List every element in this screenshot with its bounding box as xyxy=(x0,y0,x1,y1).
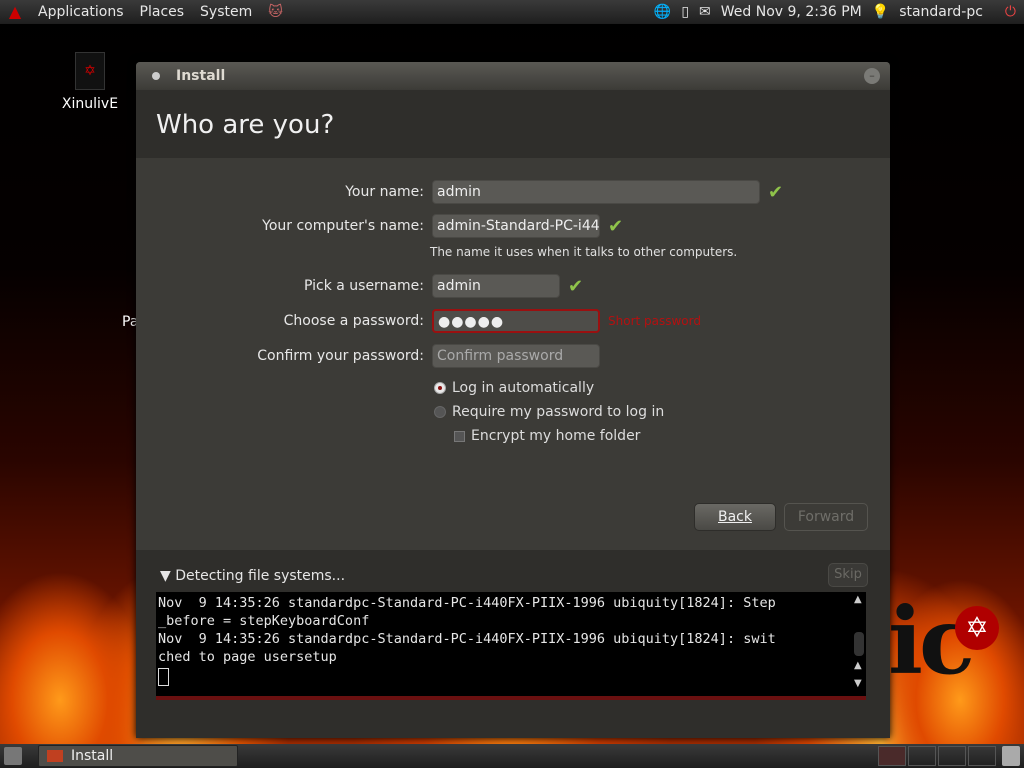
progress-bar xyxy=(156,696,866,700)
password-label: Choose a password: xyxy=(283,313,424,329)
taskbar-task-label: Install xyxy=(71,748,114,764)
name-label: Your name: xyxy=(345,184,424,200)
top-panel: ▲ Applications Places System 🐱 🌐 ▯ ✉ Wed… xyxy=(0,0,1024,24)
cat-launcher-icon[interactable]: 🐱 xyxy=(260,4,291,20)
desktop-icon-xinulive[interactable]: ✡ XinulivE xyxy=(55,52,125,112)
login-require-label[interactable]: Require my password to log in xyxy=(452,404,664,420)
network-globe-icon[interactable]: 🌐 xyxy=(654,4,671,20)
scroll-up-small-icon[interactable]: ▲ xyxy=(854,660,862,671)
encrypt-home-label[interactable]: Encrypt my home folder xyxy=(471,428,640,444)
scroll-down-icon[interactable]: ▼ xyxy=(854,678,862,689)
desktop-icon-label: XinulivE xyxy=(61,96,119,112)
taskbar-install-button[interactable]: Install xyxy=(38,745,238,767)
user-name[interactable]: standard-pc xyxy=(899,4,983,20)
clock[interactable]: Wed Nov 9, 2:36 PM xyxy=(721,4,862,20)
user-setup-form: Your name: admin ✔ Your computer's name:… xyxy=(136,158,890,550)
install-log-terminal[interactable]: Nov 9 14:35:26 standardpc-Standard-PC-i4… xyxy=(156,592,852,696)
login-auto-label[interactable]: Log in automatically xyxy=(452,380,594,396)
user-lightbulb-icon: 💡 xyxy=(871,4,890,20)
show-desktop-icon[interactable] xyxy=(4,747,22,765)
menu-system[interactable]: System xyxy=(192,4,260,20)
window-titlebar[interactable]: Install – xyxy=(136,62,890,90)
wallpaper-pentagram-icon: ✡ xyxy=(955,606,999,650)
workspace-2[interactable] xyxy=(908,746,936,766)
terminal-cursor xyxy=(158,668,169,686)
installer-window: Install – Who are you? Your name: admin … xyxy=(136,62,890,738)
mail-icon[interactable]: ✉ xyxy=(699,4,711,20)
page-title: Who are you? xyxy=(156,110,335,140)
computer-name-label: Your computer's name: xyxy=(262,218,424,234)
window-title: Install xyxy=(176,68,226,84)
window-close-icon[interactable]: – xyxy=(864,68,880,84)
workspace-1[interactable] xyxy=(878,746,906,766)
progress-section: ▼ Detecting file systems... Skip Nov 9 1… xyxy=(136,550,890,738)
trash-icon[interactable] xyxy=(1002,746,1020,766)
bottom-panel: Install xyxy=(0,744,1024,768)
power-icon[interactable]: ⏻ xyxy=(1005,4,1016,20)
window-menu-icon[interactable] xyxy=(152,72,160,80)
username-label: Pick a username: xyxy=(303,278,424,294)
login-require-radio[interactable] xyxy=(434,406,446,418)
confirm-password-label: Confirm your password: xyxy=(257,348,424,364)
install-log-text: Nov 9 14:35:26 standardpc-Standard-PC-i4… xyxy=(158,595,776,665)
computer-name-input[interactable]: admin-Standard-PC-i440 xyxy=(432,214,600,238)
workspace-3[interactable] xyxy=(938,746,966,766)
password-input[interactable]: ●●●●● xyxy=(432,309,600,333)
menu-applications[interactable]: Applications xyxy=(30,4,132,20)
skip-button[interactable]: Skip xyxy=(828,563,868,587)
forward-button[interactable]: Forward xyxy=(784,503,868,531)
back-button[interactable]: Back xyxy=(694,503,776,531)
scroll-thumb[interactable] xyxy=(854,632,864,656)
distro-logo-icon[interactable]: ▲ xyxy=(6,3,24,21)
name-valid-check-icon: ✔ xyxy=(768,181,784,203)
log-scrollbar[interactable]: ▲ ▲ ▼ xyxy=(852,592,866,696)
confirm-password-input[interactable]: Confirm password xyxy=(432,344,600,368)
pentagram-icon: ✡ xyxy=(75,52,105,90)
menu-places[interactable]: Places xyxy=(132,4,193,20)
password-error-text: Short password xyxy=(608,314,701,328)
scroll-up-icon[interactable]: ▲ xyxy=(854,594,862,605)
username-input[interactable]: admin xyxy=(432,274,560,298)
battery-icon[interactable]: ▯ xyxy=(681,4,689,20)
installer-app-icon xyxy=(47,750,63,762)
encrypt-home-checkbox[interactable] xyxy=(454,430,465,442)
computer-name-valid-check-icon: ✔ xyxy=(608,215,624,237)
login-auto-radio[interactable] xyxy=(434,382,446,394)
workspace-4[interactable] xyxy=(968,746,996,766)
username-valid-check-icon: ✔ xyxy=(568,275,584,297)
progress-status-expander[interactable]: ▼ Detecting file systems... xyxy=(160,568,345,584)
page-header: Who are you? xyxy=(136,90,890,158)
computer-name-hint: The name it uses when it talks to other … xyxy=(430,245,738,259)
name-input[interactable]: admin xyxy=(432,180,760,204)
